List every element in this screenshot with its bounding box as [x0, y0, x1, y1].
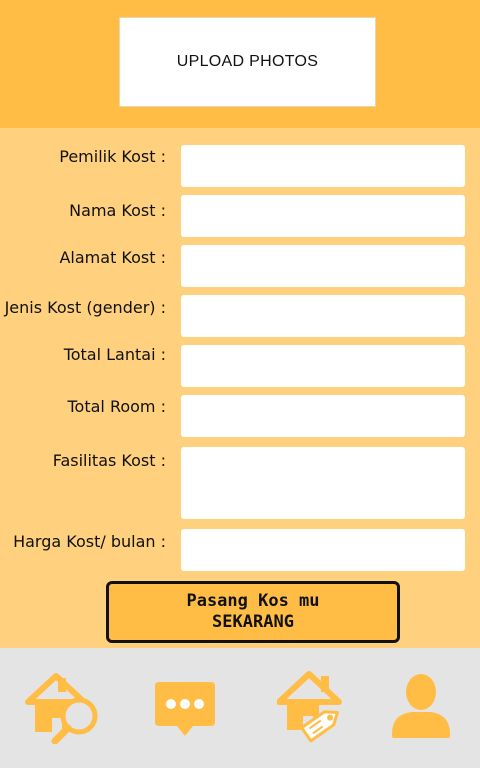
owner-label: Pemilik Kost : — [59, 147, 166, 166]
facilities-textarea[interactable] — [181, 447, 465, 519]
nav-chat[interactable] — [149, 666, 221, 744]
home-tag-icon — [277, 671, 342, 743]
header-band: UPLOAD PHOTOS — [0, 0, 480, 128]
floors-input[interactable] — [181, 345, 465, 387]
kost-form: Pemilik Kost : Nama Kost : Alamat Kost :… — [0, 128, 480, 648]
owner-input[interactable] — [181, 145, 465, 187]
user-icon — [392, 674, 450, 738]
rooms-label: Total Room : — [67, 397, 167, 416]
chat-icon — [155, 682, 215, 736]
nav-home-search[interactable] — [22, 666, 102, 744]
price-label: Harga Kost/ bulan : — [13, 532, 166, 551]
nav-profile[interactable] — [388, 666, 454, 744]
submit-label-line2: SEKARANG — [212, 612, 294, 632]
gender-label: Jenis Kost (gender) : — [4, 298, 166, 317]
upload-photos-button[interactable]: UPLOAD PHOTOS — [119, 17, 376, 107]
name-label: Nama Kost : — [69, 201, 166, 220]
bottom-nav — [0, 648, 480, 768]
rooms-input[interactable] — [181, 395, 465, 437]
floors-label: Total Lantai : — [63, 345, 166, 364]
gender-input[interactable] — [181, 295, 465, 337]
facilities-label: Fasilitas Kost : — [52, 451, 166, 470]
price-input[interactable] — [181, 529, 465, 571]
submit-button[interactable]: Pasang Kos mu SEKARANG — [106, 581, 400, 643]
name-input[interactable] — [181, 195, 465, 237]
address-label: Alamat Kost : — [59, 248, 166, 267]
submit-label-line1: Pasang Kos mu — [186, 591, 320, 611]
home-search-icon — [25, 673, 98, 744]
address-input[interactable] — [181, 245, 465, 287]
nav-home-tag[interactable] — [277, 666, 349, 744]
